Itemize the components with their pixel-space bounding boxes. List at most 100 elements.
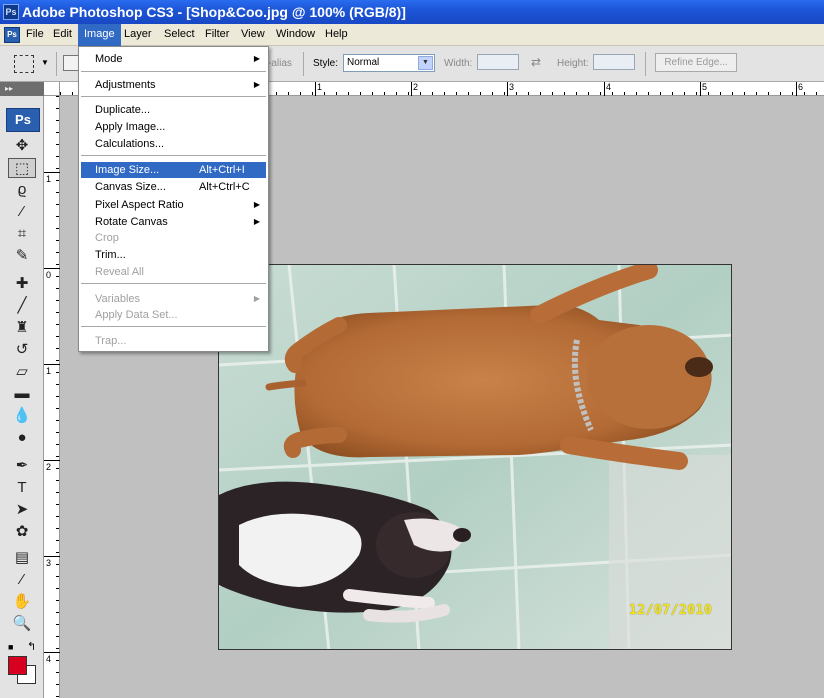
rectangular-marquee-tool-icon[interactable]: ⬚: [8, 158, 36, 178]
ruler-major-tick: [44, 268, 60, 269]
ruler-major-tick: [44, 652, 60, 653]
menu-view[interactable]: View: [235, 24, 271, 46]
type-tool-icon[interactable]: T: [8, 478, 36, 498]
menu-item-rotate-canvas[interactable]: Rotate Canvas ▶: [81, 214, 266, 230]
ruler-label: 1: [46, 366, 52, 376]
menu-item-crop: Crop: [81, 230, 266, 246]
menu-item-apply-image[interactable]: Apply Image...: [81, 119, 266, 135]
ruler-corner[interactable]: [44, 82, 60, 96]
style-select[interactable]: Normal ▼: [343, 54, 435, 72]
menu-item-adjustments[interactable]: Adjustments ▶: [81, 77, 266, 93]
eraser-tool-icon[interactable]: ▱: [8, 362, 36, 382]
menu-item-trim[interactable]: Trim...: [81, 247, 266, 263]
menu-filter[interactable]: Filter: [199, 24, 235, 46]
magic-wand-tool-icon[interactable]: ⁄: [8, 202, 36, 222]
document-image[interactable]: 12/07/2010: [218, 264, 732, 650]
submenu-arrow-icon: ▶: [253, 217, 260, 226]
custom-shape-tool-icon[interactable]: ✿: [8, 522, 36, 542]
anti-alias-label: -alias: [268, 58, 292, 69]
vertical-ruler[interactable]: 1 0 1 2 3 4: [44, 96, 60, 698]
ruler-label: 1: [317, 82, 323, 92]
menu-layer[interactable]: Layer: [118, 24, 158, 46]
menu-item-mode[interactable]: Mode ▶: [81, 51, 266, 67]
menu-select[interactable]: Select: [158, 24, 201, 46]
ruler-label: 5: [702, 82, 708, 92]
menu-item-label: Duplicate...: [95, 104, 151, 116]
menu-divider: [81, 326, 266, 327]
height-input[interactable]: [593, 54, 635, 70]
ruler-label: 4: [46, 654, 52, 664]
document-icon[interactable]: Ps: [4, 27, 20, 43]
style-label: Style:: [313, 58, 339, 69]
blur-tool-icon[interactable]: 💧: [8, 406, 36, 426]
healing-brush-tool-icon[interactable]: ✚: [8, 274, 36, 294]
ruler-label: 6: [798, 82, 804, 92]
menu-item-calculations[interactable]: Calculations...: [81, 136, 266, 152]
width-input[interactable]: [477, 54, 519, 70]
history-brush-tool-icon[interactable]: ↺: [8, 340, 36, 360]
photoshop-logo[interactable]: Ps: [6, 108, 40, 132]
menu-item-image-size[interactable]: Image Size... Alt+Ctrl+I: [81, 162, 266, 178]
height-label: Height:: [557, 58, 589, 69]
lasso-tool-icon[interactable]: ϱ: [8, 180, 36, 200]
tool-preset-dropdown-icon[interactable]: ▼: [41, 58, 49, 67]
menu-item-label: Trap...: [95, 335, 127, 347]
ruler-label: 3: [509, 82, 515, 92]
menu-item-reveal-all: Reveal All: [81, 264, 266, 280]
submenu-arrow-icon: ▶: [253, 80, 260, 89]
menu-item-label: Apply Image...: [95, 121, 166, 133]
menu-item-shortcut: Alt+Ctrl+C: [199, 181, 250, 193]
brush-tool-icon[interactable]: ╱: [8, 296, 36, 316]
menu-window[interactable]: Window: [270, 24, 321, 46]
ruler-label: 2: [413, 82, 419, 92]
move-tool-icon[interactable]: ✥: [8, 136, 36, 156]
default-colors-icon[interactable]: ■: [8, 642, 13, 652]
slice-tool-icon[interactable]: ✎: [8, 246, 36, 266]
menu-image[interactable]: Image: [78, 24, 121, 46]
swap-width-height-icon[interactable]: ⇄: [531, 55, 541, 69]
notes-tool-icon[interactable]: ▤: [8, 548, 36, 568]
submenu-arrow-icon: ▶: [253, 200, 260, 209]
photo-date-stamp: 12/07/2010: [629, 603, 713, 618]
menu-item-duplicate[interactable]: Duplicate...: [81, 102, 266, 118]
photoshop-app-icon: Ps: [3, 4, 19, 20]
clone-stamp-tool-icon[interactable]: ♜: [8, 318, 36, 338]
menu-item-trap: Trap...: [81, 333, 266, 349]
menu-edit[interactable]: Edit: [47, 24, 78, 46]
foreground-color-swatch[interactable]: [8, 656, 27, 675]
submenu-arrow-icon: ▶: [253, 294, 260, 303]
ruler-major-tick: [604, 82, 605, 96]
hand-tool-icon[interactable]: ✋: [8, 592, 36, 612]
ruler-major-tick: [315, 82, 316, 96]
zoom-tool-icon[interactable]: 🔍: [8, 614, 36, 634]
menu-help[interactable]: Help: [319, 24, 354, 46]
tool-preset-marquee-icon[interactable]: [14, 55, 34, 73]
menu-bar: Ps File Edit Image Layer Select Filter V…: [0, 24, 824, 46]
eyedropper-tool-icon[interactable]: ⁄: [8, 570, 36, 590]
menu-item-canvas-size[interactable]: Canvas Size... Alt+Ctrl+C: [81, 179, 266, 195]
path-selection-tool-icon[interactable]: ➤: [8, 500, 36, 520]
menu-item-pixel-aspect-ratio[interactable]: Pixel Aspect Ratio ▶: [81, 197, 266, 213]
menu-item-apply-data-set: Apply Data Set...: [81, 307, 266, 323]
ruler-label: 3: [46, 558, 52, 568]
ruler-label: 1: [46, 174, 52, 184]
toolbox-collapse-icon[interactable]: ▸▸: [0, 82, 44, 96]
submenu-arrow-icon: ▶: [253, 54, 260, 63]
menu-item-label: Mode: [95, 53, 123, 65]
menu-item-shortcut: Alt+Ctrl+I: [199, 164, 245, 176]
pen-tool-icon[interactable]: ✒: [8, 456, 36, 476]
gradient-tool-icon[interactable]: ▬: [8, 384, 36, 404]
menu-item-label: Variables: [95, 293, 141, 305]
swap-colors-icon[interactable]: ↰: [27, 640, 36, 653]
ruler-major-tick: [411, 82, 412, 96]
refine-edge-button[interactable]: Refine Edge...: [655, 53, 737, 72]
ruler-major-tick: [44, 364, 60, 365]
ruler-major-tick: [796, 82, 797, 96]
crop-tool-icon[interactable]: ⌗: [8, 224, 36, 244]
image-menu-dropdown: Mode ▶ Adjustments ▶ Duplicate... Apply Im…: [78, 46, 269, 352]
menu-file[interactable]: File: [20, 24, 50, 46]
menu-item-label: Calculations...: [95, 138, 165, 150]
new-selection-icon[interactable]: [63, 55, 79, 71]
dodge-tool-icon[interactable]: ●: [8, 428, 36, 448]
chevron-down-icon[interactable]: ▼: [418, 56, 433, 70]
